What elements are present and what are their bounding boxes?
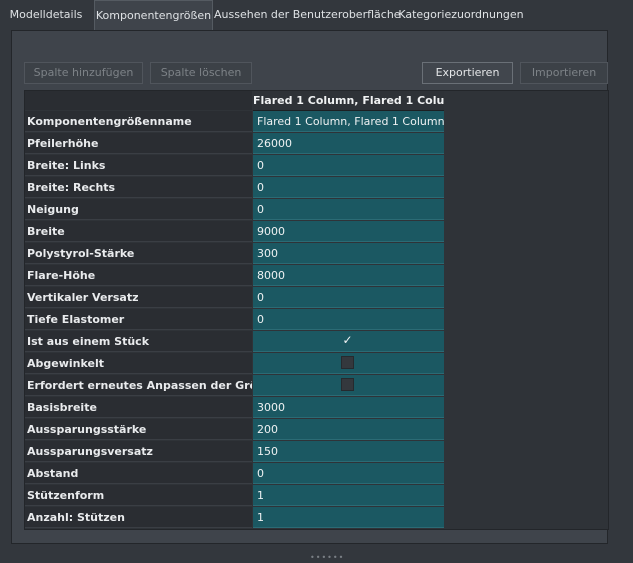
row-label: Basisbreite [25,397,252,418]
value-cell[interactable]: 0 [253,287,444,308]
table-row: Vertikaler Versatz 0 [25,287,444,308]
value-cell[interactable]: 0 [253,177,444,198]
checkbox-cell[interactable] [253,353,444,374]
table-row: Pfeilerhöhe 26000 [25,133,444,154]
tab-aussehen[interactable]: Aussehen der Benutzeroberfläche [214,0,401,30]
table-row: Ist aus einem Stück ✓ [25,331,444,352]
table-row: Erfordert erneutes Anpassen der Größe [25,375,444,396]
resize-grip-icon[interactable]: •••••• [310,554,343,562]
row-label: Flare-Höhe [25,265,252,286]
import-button[interactable]: Importieren [520,62,608,84]
row-label: Pfeilerhöhe [25,133,252,154]
unchecked-checkbox[interactable] [341,378,354,391]
value-cell[interactable]: 0 [253,155,444,176]
unchecked-checkbox[interactable] [341,356,354,369]
value-cell[interactable]: 300 [253,243,444,264]
value-cell[interactable]: 3000 [253,397,444,418]
add-column-button[interactable]: Spalte hinzufügen [24,62,143,84]
row-label: Ist aus einem Stück [25,331,252,352]
table-row: Abgewinkelt [25,353,444,374]
table-row: Breite 9000 [25,221,444,242]
value-cell[interactable]: 26000 [253,133,444,154]
table-row: Stützenform 1 [25,485,444,506]
tab-kategoriezuordnungen[interactable]: Kategoriezuordnungen [398,0,524,30]
table-row: Aussparungsversatz 150 [25,441,444,462]
row-label: Abgewinkelt [25,353,252,374]
value-cell[interactable]: 8000 [253,265,444,286]
table-row: Tiefe Elastomer 0 [25,309,444,330]
tab-modelldetails[interactable]: Modelldetails [0,0,92,30]
row-label: Anzahl: Stützen [25,507,252,528]
row-label: Breite: Rechts [25,177,252,198]
row-label: Polystyrol-Stärke [25,243,252,264]
checkbox-cell[interactable] [253,375,444,396]
value-cell[interactable]: 1 [253,507,444,528]
checked-checkbox[interactable]: ✓ [341,334,354,347]
value-cell[interactable]: 9000 [253,221,444,242]
value-cell[interactable]: 200 [253,419,444,440]
grid-corner-header [25,91,252,110]
row-label: Erfordert erneutes Anpassen der Größe [25,375,252,396]
row-label: Breite [25,221,252,242]
row-label: Neigung [25,199,252,220]
column-header[interactable]: Flared 1 Column, Flared 1 Column [253,91,444,111]
row-label: Stützenform [25,485,252,506]
row-label: Breite: Links [25,155,252,176]
row-label: Vertikaler Versatz [25,287,252,308]
table-row: Neigung 0 [25,199,444,220]
value-cell[interactable]: 0 [253,199,444,220]
row-label: Tiefe Elastomer [25,309,252,330]
table-row: Flare-Höhe 8000 [25,265,444,286]
table-row: Polystyrol-Stärke 300 [25,243,444,264]
row-label: Aussparungsversatz [25,441,252,462]
table-row: Basisbreite 3000 [25,397,444,418]
row-label: Abstand [25,463,252,484]
table-row: Komponentengrößenname Flared 1 Column, Fl… [25,111,444,132]
row-label: Komponentengrößenname [25,111,252,132]
value-cell[interactable]: 1 [253,485,444,506]
table-row: Aussparungsstärke 200 [25,419,444,440]
checkbox-cell[interactable]: ✓ [253,331,444,352]
tab-bar: Modelldetails Komponentengrößen Aussehen… [0,0,633,31]
table-row: Breite: Links 0 [25,155,444,176]
tab-komponentengroessen[interactable]: Komponentengrößen [94,0,213,31]
value-cell[interactable]: Flared 1 Column, Flared 1 Column [253,111,444,132]
delete-column-button[interactable]: Spalte löschen [150,62,252,84]
table-row: Anzahl: Stützen 1 [25,507,444,528]
table-row: Abstand 0 [25,463,444,484]
export-button[interactable]: Exportieren [422,62,513,84]
row-label: Aussparungsstärke [25,419,252,440]
value-cell[interactable]: 150 [253,441,444,462]
value-cell[interactable]: 0 [253,463,444,484]
value-cell[interactable]: 0 [253,309,444,330]
table-row: Breite: Rechts 0 [25,177,444,198]
